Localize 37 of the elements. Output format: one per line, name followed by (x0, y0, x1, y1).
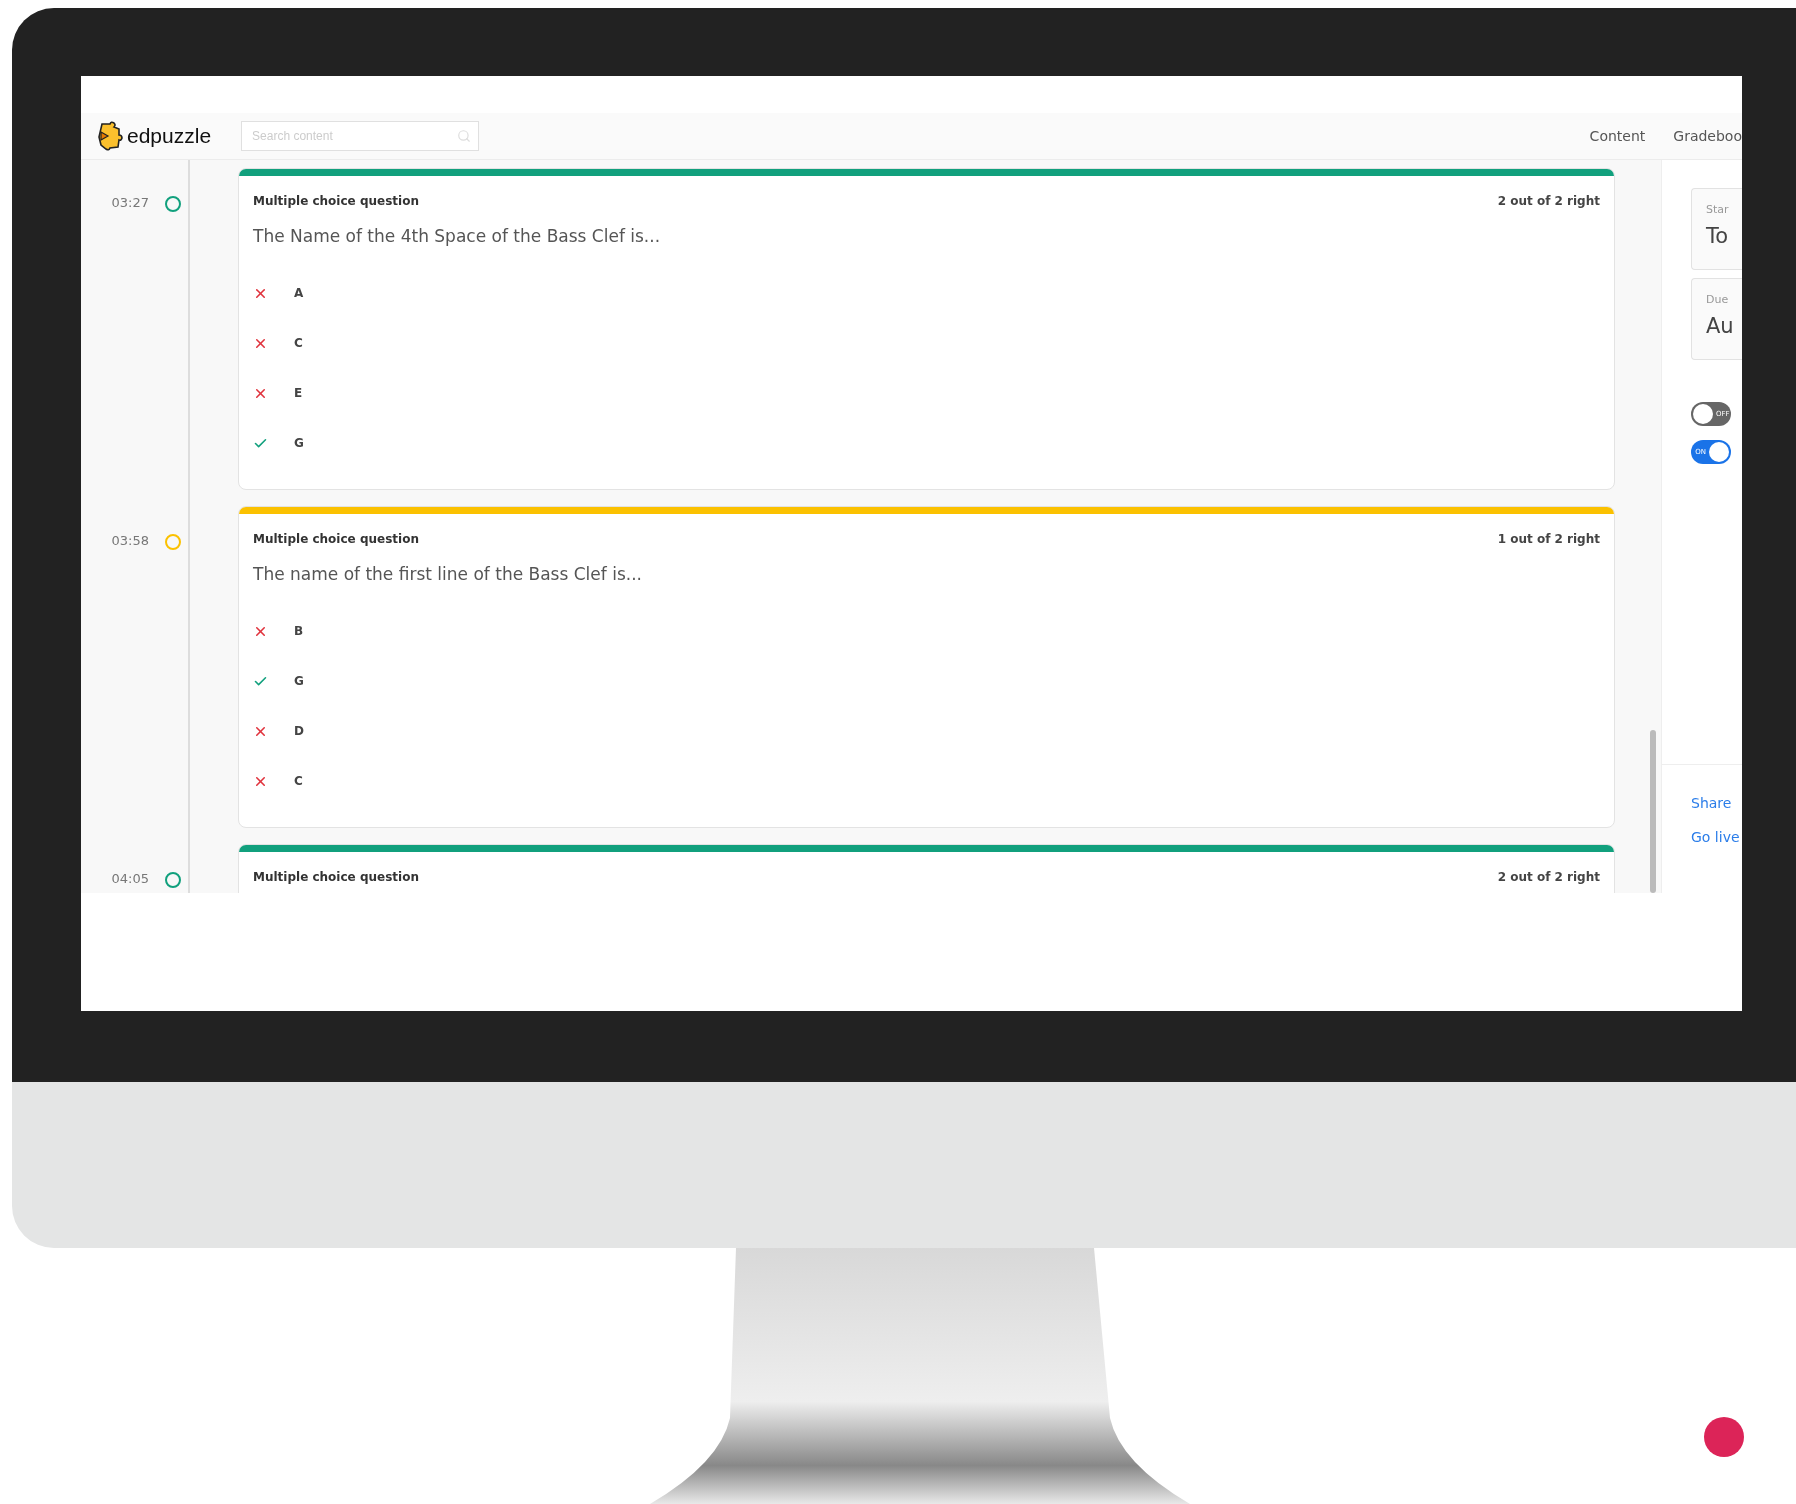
field-label: Due (1706, 293, 1730, 306)
question-type: Multiple choice question (253, 194, 419, 208)
score-text: 2 out of 2 right (1497, 194, 1600, 208)
field-value: Au (1706, 314, 1735, 338)
answer-option: B (294, 624, 304, 638)
answer-option: G (294, 674, 304, 688)
timeline-marker[interactable] (165, 534, 181, 550)
date-field[interactable]: Due Au (1691, 278, 1742, 360)
action-link[interactable]: Share (1691, 795, 1742, 811)
score-text: 2 out of 2 right (1497, 870, 1600, 884)
answer-option: A (294, 286, 304, 300)
date-field[interactable]: Star To (1691, 188, 1742, 270)
action-link[interactable]: Go live (1691, 829, 1742, 845)
puzzle-logo-icon (97, 121, 123, 151)
answer-option: C (294, 774, 303, 788)
question-type: Multiple choice question (253, 870, 419, 884)
scrollbar[interactable] (1650, 730, 1656, 893)
score-text: 1 out of 2 right (1497, 532, 1600, 546)
field-value: To (1706, 224, 1730, 248)
timestamp: 03:27 (110, 195, 150, 210)
question-type: Multiple choice question (253, 532, 419, 546)
field-label: Star (1706, 203, 1730, 216)
question-text: The Name of the 4th Space of the Bass Clef is... (253, 226, 662, 246)
answer-option: G (294, 436, 304, 450)
question-text: The name of the first line of the Bass Clef is... (253, 564, 643, 584)
answer-option: E (294, 386, 303, 400)
timeline-marker[interactable] (165, 872, 181, 888)
answer-option: D (294, 724, 304, 738)
logo-text: edpuzzle (127, 124, 212, 148)
timestamp: 04:05 (110, 871, 150, 886)
timestamp: 03:58 (110, 533, 150, 548)
timeline-marker[interactable] (165, 196, 181, 212)
answer-option: C (294, 336, 303, 350)
nav-link[interactable]: Content (1589, 128, 1646, 144)
search-icon (457, 129, 472, 143)
nav-link[interactable]: Gradeboo (1673, 128, 1742, 144)
floating-dot[interactable] (1704, 1417, 1744, 1457)
